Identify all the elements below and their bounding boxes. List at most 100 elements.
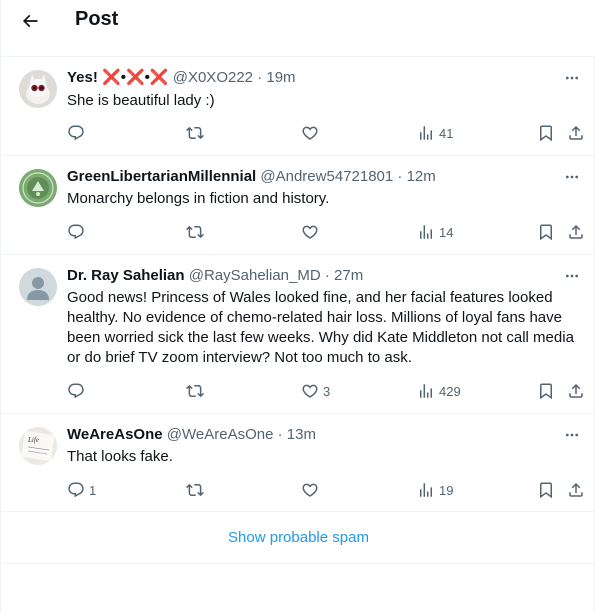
default-profile-icon xyxy=(19,268,57,306)
views-count: 14 xyxy=(439,224,454,240)
more-icon xyxy=(566,433,578,437)
author-name[interactable]: WeAreAsOne xyxy=(67,426,163,443)
views-icon xyxy=(420,483,432,497)
green-seal-avatar-image xyxy=(19,169,57,207)
more-icon xyxy=(566,175,578,179)
author-handle[interactable]: @Andrew54721801 xyxy=(260,168,393,185)
bookmark-icon xyxy=(540,224,552,241)
bookmark-icon xyxy=(540,125,552,142)
like-count: 3 xyxy=(323,383,331,399)
author-handle[interactable]: @X0XO222 xyxy=(173,69,253,86)
avatar[interactable] xyxy=(19,268,57,306)
views-count: 41 xyxy=(439,125,454,141)
more-options-button[interactable] xyxy=(562,68,582,88)
bookmark-icon xyxy=(540,482,552,499)
share-button[interactable] xyxy=(567,381,585,401)
more-icon xyxy=(566,274,578,278)
action-bar: 41 xyxy=(59,123,589,143)
views-icon xyxy=(420,225,432,239)
post-time[interactable]: 19m xyxy=(266,69,295,86)
action-bar: 14 xyxy=(59,222,589,242)
reply-text: That looks fake. xyxy=(67,448,173,465)
heart-icon xyxy=(302,225,318,239)
repost-button[interactable] xyxy=(186,123,208,143)
reply-button[interactable] xyxy=(67,123,89,143)
post-page: Post Yes! ❌•❌•❌ @X0XO222 · 19m She is be… xyxy=(0,0,595,612)
reply-button[interactable] xyxy=(67,222,89,242)
more-options-button[interactable] xyxy=(562,266,582,286)
action-bar: 3 429 xyxy=(59,381,589,401)
post-time[interactable]: 13m xyxy=(287,426,316,443)
like-button[interactable] xyxy=(301,480,323,500)
reply-item[interactable]: Yes! ❌•❌•❌ @X0XO222 · 19m She is beautif… xyxy=(1,57,595,156)
repost-button[interactable] xyxy=(186,480,208,500)
repost-button[interactable] xyxy=(186,222,208,242)
bookmark-button[interactable] xyxy=(537,222,555,242)
avatar[interactable] xyxy=(19,169,57,207)
repost-icon xyxy=(186,126,204,140)
reply-button[interactable] xyxy=(67,381,89,401)
top-bar: Post xyxy=(1,0,595,57)
reply-icon xyxy=(68,224,84,240)
views-button[interactable]: 19 xyxy=(417,480,453,500)
share-icon xyxy=(569,224,583,239)
like-button[interactable] xyxy=(301,123,323,143)
bookmark-button[interactable] xyxy=(537,381,555,401)
share-button[interactable] xyxy=(567,480,585,500)
reply-item[interactable]: Life WeAreAsOne @WeAreAsOne · 13m That l… xyxy=(1,414,595,512)
views-icon xyxy=(420,384,432,398)
action-bar: 1 19 xyxy=(59,480,589,500)
author-handle[interactable]: @RaySahelian_MD xyxy=(189,267,321,284)
post-time[interactable]: 27m xyxy=(334,267,363,284)
author-handle[interactable]: @WeAreAsOne xyxy=(167,426,274,443)
reply-button[interactable]: 1 xyxy=(67,480,96,500)
repost-icon xyxy=(186,384,204,398)
repost-icon xyxy=(186,483,204,497)
like-button[interactable]: 3 xyxy=(301,381,330,401)
views-button[interactable]: 429 xyxy=(417,381,461,401)
author-name[interactable]: Yes! ❌•❌•❌ xyxy=(67,69,169,86)
author-name[interactable]: Dr. Ray Sahelian xyxy=(67,267,185,284)
page-title: Post xyxy=(75,8,119,30)
like-button[interactable] xyxy=(301,222,323,242)
bookmark-button[interactable] xyxy=(537,123,555,143)
views-count: 19 xyxy=(439,482,454,498)
heart-icon xyxy=(302,126,318,140)
reply-item[interactable]: GreenLibertarianMillennial @Andrew547218… xyxy=(1,156,595,255)
author-name[interactable]: GreenLibertarianMillennial xyxy=(67,168,256,185)
reply-icon xyxy=(68,125,84,141)
views-icon xyxy=(420,126,432,140)
views-button[interactable]: 14 xyxy=(417,222,453,242)
back-button[interactable] xyxy=(15,6,45,36)
reply-count: 1 xyxy=(89,482,97,498)
reply-text: Monarchy belongs in fiction and history. xyxy=(67,190,330,207)
show-probable-spam-link[interactable]: Show probable spam xyxy=(228,529,369,546)
avatar[interactable] xyxy=(19,70,57,108)
cat-avatar-image xyxy=(19,70,57,108)
repost-button[interactable] xyxy=(186,381,208,401)
reply-text: She is beautiful lady :) xyxy=(67,92,215,109)
reply-icon xyxy=(68,383,84,399)
heart-icon xyxy=(302,384,318,398)
svg-text:Life: Life xyxy=(27,436,39,444)
reply-text: Good news! Princess of Wales looked fine… xyxy=(67,289,574,366)
views-count: 429 xyxy=(439,383,461,399)
share-icon xyxy=(569,383,583,398)
share-button[interactable] xyxy=(567,222,585,242)
post-time[interactable]: 12m xyxy=(407,168,436,185)
arrow-left-icon xyxy=(22,14,38,28)
heart-icon xyxy=(302,483,318,497)
show-spam-row: Show probable spam xyxy=(1,512,595,564)
more-icon xyxy=(566,76,578,80)
share-icon xyxy=(569,125,583,140)
share-button[interactable] xyxy=(567,123,585,143)
paper-note-avatar-image: Life xyxy=(19,427,57,465)
reply-icon xyxy=(68,482,84,498)
avatar[interactable]: Life xyxy=(19,427,57,465)
more-options-button[interactable] xyxy=(562,167,582,187)
reply-item[interactable]: Dr. Ray Sahelian @RaySahelian_MD · 27m G… xyxy=(1,255,595,414)
bookmark-icon xyxy=(540,383,552,400)
bookmark-button[interactable] xyxy=(537,480,555,500)
more-options-button[interactable] xyxy=(562,425,582,445)
views-button[interactable]: 41 xyxy=(417,123,453,143)
